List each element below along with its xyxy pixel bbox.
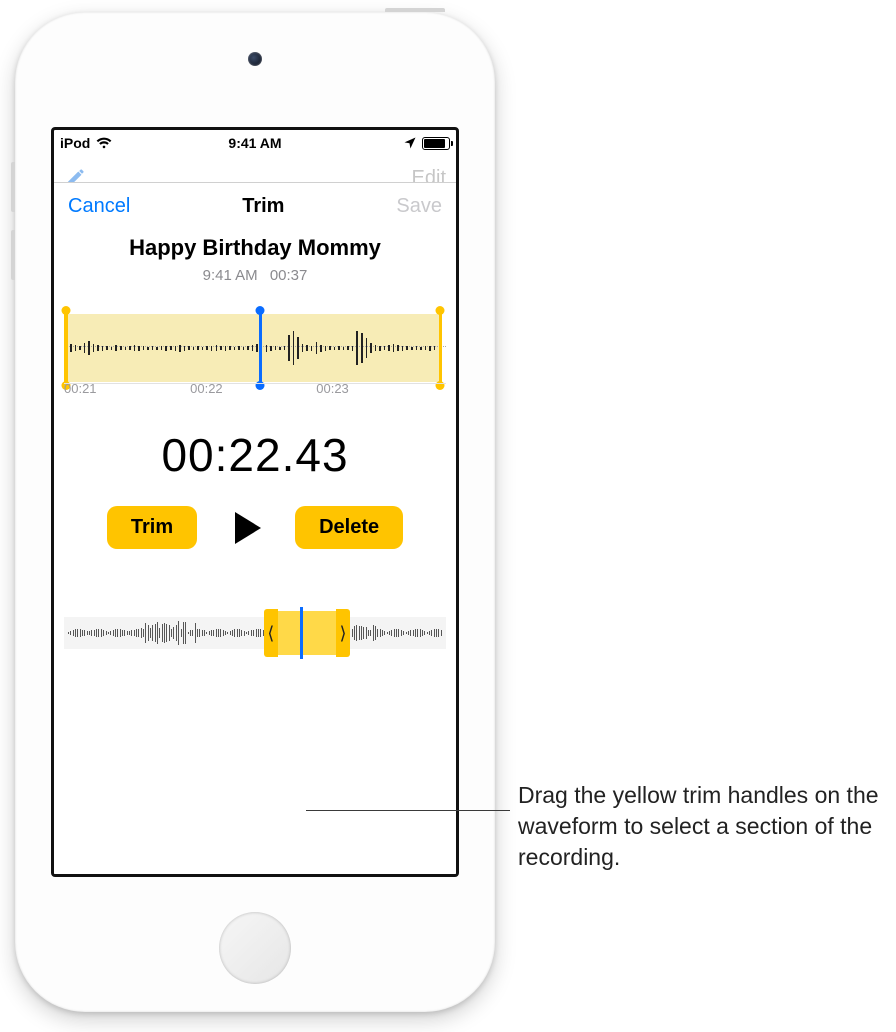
recording-time: 9:41 AM — [203, 267, 258, 284]
overview-waveform[interactable]: ⟨ ⟩ — [64, 603, 446, 663]
status-bar: iPod 9:41 AM — [54, 130, 456, 156]
device-screen: iPod 9:41 AM Edit — [51, 127, 459, 877]
battery-icon — [422, 137, 450, 150]
stage: iPod 9:41 AM Edit — [0, 0, 896, 1032]
overview-bars — [68, 613, 442, 653]
sleep-button[interactable] — [385, 8, 445, 12]
sheet-nav: Cancel Trim Save — [54, 183, 456, 229]
carrier-label: iPod — [60, 135, 90, 151]
overview-trim-handle-right[interactable]: ⟩ — [336, 609, 350, 657]
status-time: 9:41 AM — [190, 135, 320, 151]
delete-button[interactable]: Delete — [295, 506, 403, 549]
zoom-tick: 00:23 — [316, 381, 349, 396]
recording-subtitle: 9:41 AM 00:37 — [54, 267, 456, 284]
zoom-trim-handle-left[interactable] — [64, 310, 68, 386]
play-button[interactable] — [225, 507, 267, 549]
timecode: 00:22.43 — [54, 428, 456, 482]
overview-selection — [278, 611, 336, 655]
front-camera — [248, 52, 262, 66]
cancel-button[interactable]: Cancel — [68, 195, 130, 218]
zoom-tick-empty — [442, 381, 446, 396]
ipod-body: iPod 9:41 AM Edit — [15, 12, 495, 1012]
trim-sheet: Cancel Trim Save Happy Birthday Mommy 9:… — [54, 182, 456, 874]
zoom-ticks: 00:21 00:22 00:23 — [64, 381, 446, 396]
zoom-tick: 00:22 — [190, 381, 223, 396]
zoom-bars — [70, 316, 436, 380]
recording-duration: 00:37 — [270, 267, 308, 284]
home-button[interactable] — [219, 912, 291, 984]
zoom-playhead[interactable] — [259, 310, 262, 386]
callout-text: Drag the yellow trim handles on the wave… — [518, 780, 896, 873]
zoom-waveform[interactable]: 00:21 00:22 00:23 — [64, 310, 446, 406]
trim-button[interactable]: Trim — [107, 506, 197, 549]
overview-trim-handle-left[interactable]: ⟨ — [264, 609, 278, 657]
recording-title: Happy Birthday Mommy — [54, 235, 456, 261]
wifi-icon — [96, 137, 112, 149]
controls-row: Trim Delete — [54, 506, 456, 549]
volume-buttons[interactable] — [11, 162, 15, 298]
sheet-title: Trim — [242, 195, 284, 218]
zoom-trim-handle-right[interactable] — [439, 310, 443, 386]
callout-leader — [306, 810, 510, 811]
location-icon — [404, 137, 416, 149]
save-button[interactable]: Save — [396, 195, 442, 218]
overview-playhead[interactable] — [300, 607, 303, 659]
zoom-tick: 00:21 — [64, 381, 97, 396]
